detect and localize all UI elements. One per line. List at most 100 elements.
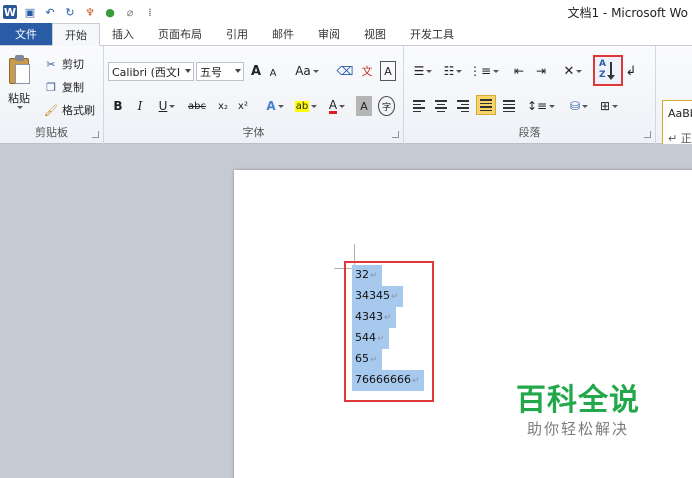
increase-indent-icon[interactable]: ⇥	[532, 61, 550, 81]
line-text: 65	[355, 352, 369, 365]
watermark-main-text: 百科全说	[516, 383, 640, 418]
sort-button[interactable]: AZ	[593, 55, 623, 86]
eraser-icon[interactable]: ⌀	[123, 5, 137, 19]
char-border-icon[interactable]: A	[380, 61, 396, 81]
copy-label: 复制	[62, 81, 84, 94]
enclose-char-button[interactable]: 字	[378, 96, 395, 116]
paste-button[interactable]: 粘贴	[6, 54, 32, 109]
sort-az-icon: AZ	[599, 59, 617, 81]
italic-button[interactable]: I	[132, 96, 148, 116]
tab-insert[interactable]: 插入	[100, 23, 146, 45]
justify-button[interactable]	[476, 95, 496, 115]
clipboard-launcher-icon[interactable]	[92, 131, 99, 138]
paragraph-mark-icon: ↵	[377, 334, 385, 344]
grow-font-button[interactable]: A	[248, 61, 264, 81]
text-line[interactable]: 76666666↵	[352, 370, 424, 391]
align-right-icon	[457, 100, 469, 112]
copy-button[interactable]: ❐ 复制	[44, 79, 84, 95]
redo-icon[interactable]: ↻	[63, 5, 77, 19]
underline-button[interactable]: U	[154, 96, 180, 116]
line-spacing-icon: ↕≡	[526, 99, 548, 113]
save-icon[interactable]: ▣	[23, 5, 37, 19]
font-size-combo[interactable]: 五号	[196, 62, 244, 81]
text-line[interactable]: 4343↵	[352, 307, 424, 328]
tab-view[interactable]: 视图	[352, 23, 398, 45]
cut-button[interactable]: ✂ 剪切	[44, 56, 84, 72]
paste-label: 粘贴	[8, 92, 30, 105]
change-case-button[interactable]: Aa	[294, 61, 320, 81]
borders-button[interactable]: ⊞	[596, 96, 622, 116]
tab-mailings[interactable]: 邮件	[260, 23, 306, 45]
line-text: 4343	[355, 310, 383, 323]
char-shading-button[interactable]: A	[356, 96, 372, 116]
distributed-button[interactable]	[500, 96, 518, 116]
align-center-button[interactable]	[432, 96, 450, 116]
phonetic-guide-icon[interactable]: 文	[358, 61, 376, 81]
font-color-button[interactable]: A	[324, 96, 350, 116]
title-bar: W ▣ ↶ ↻ ♆ ● ⌀ ⁞ 文档1 - Microsoft Wo	[0, 0, 692, 24]
align-right-button[interactable]	[454, 96, 472, 116]
chevron-down-icon	[169, 104, 176, 108]
font-name-combo[interactable]: Calibri (西文I	[108, 62, 194, 81]
tab-references[interactable]: 引用	[214, 23, 260, 45]
line-spacing-button[interactable]: ↕≡	[526, 96, 556, 116]
customize-icon[interactable]: ⁞	[143, 5, 157, 19]
paintbrush-icon: 🖌	[44, 103, 58, 117]
align-left-button[interactable]	[410, 96, 428, 116]
distributed-icon	[503, 100, 515, 112]
line-text: 34345	[355, 289, 390, 302]
numbering-button[interactable]: ☷	[440, 61, 466, 81]
subscript-button[interactable]: x₂	[214, 96, 232, 116]
shrink-font-button[interactable]: A	[266, 63, 280, 83]
undo-icon[interactable]: ↶	[43, 5, 57, 19]
chinese-layout-button[interactable]: ✕	[560, 61, 586, 81]
show-marks-icon[interactable]: ↲	[622, 61, 640, 81]
paint-bucket-icon: ⛁	[569, 99, 581, 113]
bold-button[interactable]: B	[110, 96, 126, 116]
change-case-label: Aa	[295, 64, 311, 78]
font-size-value: 五号	[200, 65, 222, 79]
chevron-down-icon	[311, 104, 318, 108]
color-icon[interactable]: ●	[103, 5, 117, 19]
tab-developer[interactable]: 开发工具	[398, 23, 466, 45]
clear-format-icon[interactable]: ⌫	[336, 61, 354, 81]
text-line[interactable]: 544↵	[352, 328, 424, 349]
text-effects-button[interactable]: A	[262, 96, 288, 116]
font-launcher-icon[interactable]	[392, 131, 399, 138]
selected-text-block[interactable]: 32↵ 34345↵ 4343↵ 544↵ 65↵ 76666666↵	[352, 265, 424, 391]
strikethrough-button[interactable]: abc	[184, 96, 210, 116]
text-line[interactable]: 65↵	[352, 349, 424, 370]
font-group-label: 字体	[242, 126, 265, 139]
chevron-down-icon[interactable]	[17, 106, 23, 109]
align-center-icon	[435, 100, 447, 112]
font-group: Calibri (西文I 五号 A A Aa ⌫ 文 A B I U abc x…	[104, 46, 404, 144]
decrease-indent-icon[interactable]: ⇤	[510, 61, 528, 81]
paste-icon	[6, 54, 32, 86]
paragraph-mark-icon: ↵	[412, 376, 420, 386]
text-effects-label: A	[266, 99, 276, 113]
underline-label: U	[158, 99, 168, 113]
watermark-sub-text: 助你轻松解决	[526, 420, 629, 438]
chevron-down-icon	[493, 69, 500, 73]
tab-home[interactable]: 开始	[52, 23, 100, 46]
multilevel-list-button[interactable]: ⋮≡	[469, 61, 500, 81]
shading-button[interactable]: ⛁	[566, 96, 592, 116]
tab-page-layout[interactable]: 页面布局	[146, 23, 214, 45]
tab-file[interactable]: 文件	[0, 23, 52, 45]
highlight-button[interactable]: ab	[292, 96, 320, 116]
tab-review[interactable]: 审阅	[306, 23, 352, 45]
paragraph-launcher-icon[interactable]	[644, 131, 651, 138]
word-app-icon[interactable]: W	[3, 5, 17, 19]
ribbon: 粘贴 ✂ 剪切 ❐ 复制 🖌 格式刷 剪贴板 Calibri (西文I 五号 A…	[0, 46, 692, 156]
chinese-layout-icon: ✕	[563, 63, 575, 79]
bullets-button[interactable]: ☰	[410, 61, 436, 81]
superscript-button[interactable]: x²	[234, 96, 252, 116]
text-line[interactable]: 32↵	[352, 265, 424, 286]
chevron-down-icon	[185, 69, 191, 73]
brush-icon[interactable]: ♆	[83, 5, 97, 19]
scissors-icon: ✂	[46, 57, 56, 71]
text-line[interactable]: 34345↵	[352, 286, 424, 307]
format-painter-button[interactable]: 🖌 格式刷	[44, 102, 95, 118]
line-text: 544	[355, 331, 376, 344]
paragraph-group-label: 段落	[518, 126, 541, 139]
